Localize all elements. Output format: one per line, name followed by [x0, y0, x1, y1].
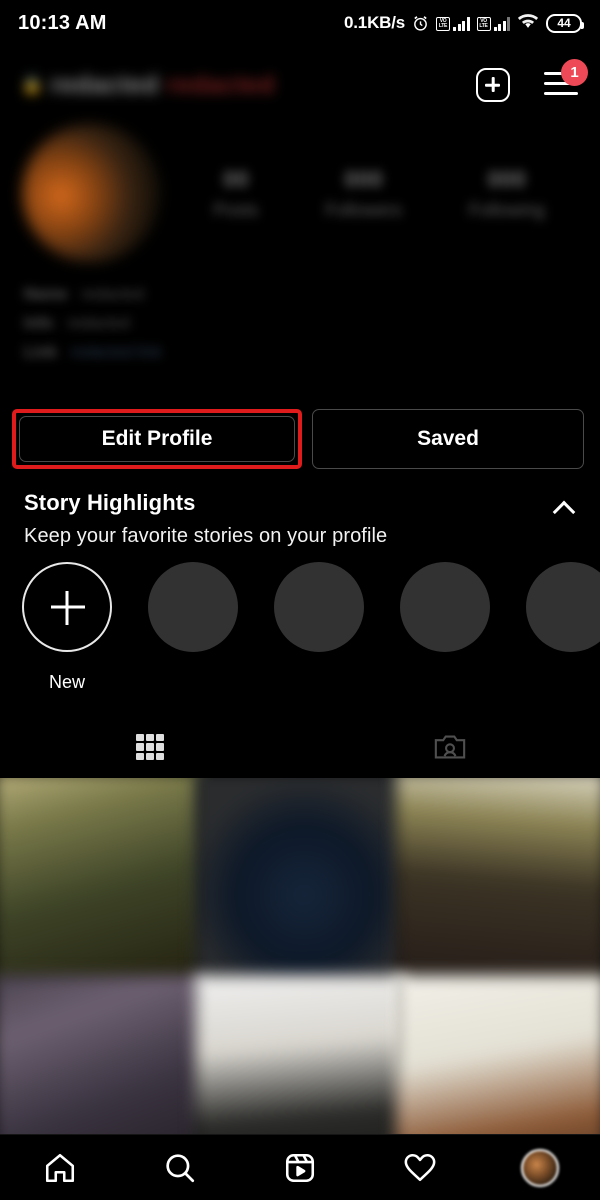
profile-stats: 00 Posts 000 Followers 000 Following: [160, 166, 578, 221]
posts-label: Posts: [213, 199, 259, 220]
edit-profile-highlight: Edit Profile: [12, 409, 302, 469]
tab-tagged[interactable]: [300, 716, 600, 778]
menu-badge: 1: [561, 59, 588, 86]
highlight-circle[interactable]: [148, 562, 238, 652]
add-highlight-icon[interactable]: [22, 562, 112, 652]
posts-count: 00: [223, 165, 249, 192]
bio-value-2: redacted: [67, 315, 130, 332]
reels-icon: [285, 1153, 315, 1182]
post-thumbnail[interactable]: [396, 778, 600, 984]
story-highlights-subtitle: Keep your favorite stories on your profi…: [24, 525, 388, 547]
stat-following[interactable]: 000 Following: [469, 166, 545, 221]
tagged-photos-icon: [434, 733, 466, 761]
bio-key-2: Info: [24, 315, 54, 332]
bio-line-2: Info redacted: [24, 315, 444, 333]
status-icons: 0.1KB/s VO LTE VO LTE 44: [344, 12, 584, 34]
saved-button[interactable]: Saved: [312, 409, 584, 469]
following-count: 000: [487, 165, 526, 192]
bottom-navigation: [0, 1134, 600, 1200]
post-thumbnail[interactable]: [0, 778, 204, 984]
menu-button[interactable]: 1: [544, 59, 588, 99]
home-icon: [45, 1153, 75, 1182]
stat-followers[interactable]: 000 Followers: [325, 166, 402, 221]
story-highlights-row[interactable]: New: [22, 562, 600, 693]
instagram-profile-screen: 10:13 AM 0.1KB/s VO LTE VO LTE 44 🔒 reda…: [0, 0, 600, 1200]
sim1-signal: VO LTE: [436, 16, 470, 31]
nav-activity[interactable]: [360, 1151, 480, 1185]
highlight-circle[interactable]: [526, 562, 600, 652]
bio-value-1: redacted: [81, 286, 144, 303]
highlight-circle[interactable]: [274, 562, 364, 652]
highlight-new-label: New: [48, 672, 85, 692]
post-thumbnail[interactable]: [195, 975, 405, 1134]
followers-count: 000: [344, 165, 383, 192]
nav-profile[interactable]: [480, 1148, 600, 1187]
bio-line-3[interactable]: Link redacted link: [24, 344, 444, 362]
username-label: redacted: [50, 70, 159, 99]
volte-badge-1: VO LTE: [436, 16, 450, 31]
search-icon: [166, 1153, 195, 1182]
highlight-circle[interactable]: [400, 562, 490, 652]
top-bar-actions: 1: [476, 59, 588, 102]
bio-key-1: Name: [24, 286, 68, 303]
chevron-up-icon[interactable]: [554, 496, 576, 518]
profile-header: 00 Posts 000 Followers 000 Following: [0, 124, 600, 262]
profile-action-buttons: Edit Profile Saved: [12, 409, 588, 469]
profile-bio: Name redacted Info redacted Link redacte…: [24, 286, 444, 373]
highlight-placeholder[interactable]: [148, 562, 238, 693]
grid-icon: [136, 734, 164, 760]
profile-avatar[interactable]: [22, 124, 160, 262]
sim2-signal: VO LTE: [476, 16, 510, 31]
tab-grid[interactable]: [0, 716, 300, 778]
wifi-icon: [517, 12, 539, 34]
profile-tabs: [0, 716, 600, 778]
network-speed: 0.1KB/s: [344, 13, 405, 32]
post-thumbnail[interactable]: [0, 975, 204, 1134]
status-time: 10:13 AM: [18, 11, 107, 34]
highlight-placeholder[interactable]: [400, 562, 490, 693]
add-post-icon[interactable]: [476, 68, 510, 102]
followers-label: Followers: [324, 199, 402, 220]
lock-icon: 🔒: [22, 77, 43, 94]
bio-line-1: Name redacted: [24, 286, 444, 304]
highlight-new[interactable]: New: [22, 562, 112, 693]
post-thumbnail[interactable]: [396, 975, 600, 1134]
post-grid: [0, 778, 600, 1134]
profile-top-bar: 🔒 redacted redacted 1: [0, 46, 600, 124]
status-bar: 10:13 AM 0.1KB/s VO LTE VO LTE 44: [0, 0, 600, 46]
highlight-placeholder[interactable]: [526, 562, 600, 693]
battery-indicator: 44: [546, 13, 584, 33]
post-thumbnail[interactable]: [195, 778, 405, 984]
stat-posts[interactable]: 00 Posts: [213, 166, 258, 221]
signal-bars-2: [493, 16, 510, 31]
username-tail: redacted: [166, 70, 275, 99]
edit-profile-button[interactable]: Edit Profile: [19, 416, 295, 462]
heart-icon: [404, 1153, 436, 1181]
profile-avatar-icon[interactable]: [521, 1148, 559, 1187]
story-highlights-title: Story Highlights: [24, 490, 196, 515]
highlight-placeholder[interactable]: [274, 562, 364, 693]
battery-level: 44: [557, 16, 571, 30]
nav-reels[interactable]: [240, 1151, 360, 1185]
nav-search[interactable]: [120, 1151, 240, 1185]
bio-link[interactable]: redacted link: [71, 344, 162, 362]
signal-bars-1: [453, 16, 470, 31]
volte-badge-2: VO LTE: [476, 16, 491, 31]
bio-key-3: Link: [24, 344, 57, 361]
nav-home[interactable]: [0, 1151, 120, 1185]
username-dropdown[interactable]: 🔒 redacted redacted: [22, 71, 275, 100]
story-highlights-header: Story Highlights Keep your favorite stor…: [24, 490, 576, 548]
alarm-clock-icon: [412, 15, 429, 32]
following-label: Following: [468, 199, 545, 220]
